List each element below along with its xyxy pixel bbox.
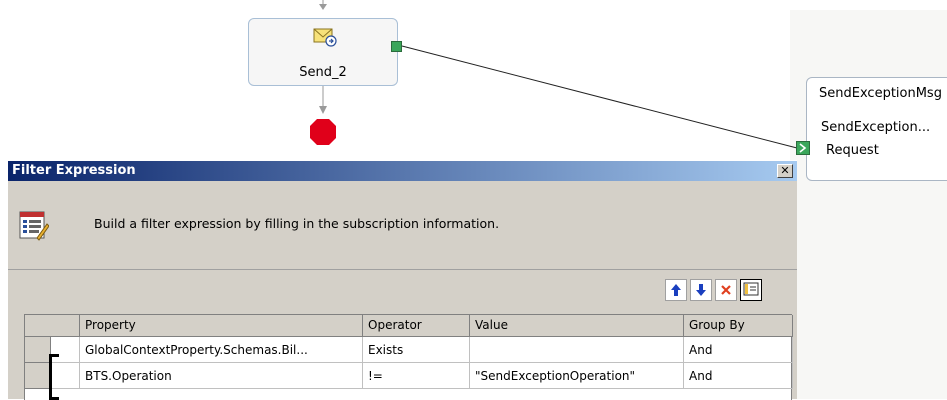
group-bracket bbox=[49, 354, 59, 400]
row-header[interactable] bbox=[25, 337, 51, 363]
column-header-group-by[interactable]: Group By bbox=[684, 315, 793, 337]
filter-expression-dialog: Filter Expression ✕ Build a filter expre… bbox=[7, 160, 797, 400]
port-surface bbox=[790, 10, 947, 399]
close-button[interactable]: ✕ bbox=[777, 164, 793, 178]
column-header-operator[interactable]: Operator bbox=[363, 315, 470, 337]
delete-row-button[interactable] bbox=[715, 279, 737, 301]
dialog-titlebar: Filter Expression ✕ bbox=[8, 161, 797, 181]
dialog-header: Build a filter expression by filling in … bbox=[8, 181, 797, 270]
send-port-handle[interactable] bbox=[391, 41, 402, 52]
column-header-property[interactable]: Property bbox=[80, 315, 363, 337]
port-operation: SendException... bbox=[821, 120, 931, 135]
group-by-cell[interactable]: And bbox=[684, 363, 793, 389]
port-shape[interactable]: SendExceptionMsg SendException... Reques… bbox=[806, 77, 947, 181]
operator-cell[interactable]: != bbox=[363, 363, 470, 389]
send-shape[interactable]: Send_2 bbox=[248, 18, 398, 86]
property-cell[interactable]: GlobalContextProperty.Schemas.Bil... bbox=[80, 337, 363, 363]
group-by-cell[interactable]: And bbox=[684, 337, 793, 363]
move-down-button[interactable] bbox=[690, 279, 712, 301]
grid-corner-header bbox=[25, 315, 80, 337]
envelope-send-icon bbox=[313, 28, 337, 47]
up-arrow-icon bbox=[671, 284, 681, 296]
toggle-view-button[interactable] bbox=[740, 279, 762, 301]
column-header-value[interactable]: Value bbox=[470, 315, 684, 337]
delete-x-icon bbox=[721, 285, 731, 295]
row-header[interactable] bbox=[25, 363, 51, 389]
port-request: Request bbox=[826, 143, 879, 158]
filter-list-icon bbox=[19, 211, 49, 241]
property-cell[interactable]: BTS.Operation bbox=[80, 363, 363, 389]
expression-view-icon bbox=[743, 282, 759, 296]
dialog-description: Build a filter expression by filling in … bbox=[94, 216, 500, 231]
stop-shape-icon[interactable] bbox=[309, 118, 337, 146]
filter-grid: Property Operator Value Group By GlobalC… bbox=[24, 314, 793, 400]
close-icon: ✕ bbox=[780, 164, 790, 177]
value-cell[interactable] bbox=[470, 337, 684, 363]
port-title: SendExceptionMsg bbox=[819, 86, 942, 101]
value-cell[interactable]: "SendExceptionOperation" bbox=[470, 363, 684, 389]
down-arrow-icon bbox=[696, 284, 706, 296]
move-up-button[interactable] bbox=[665, 279, 687, 301]
port-request-handle-icon[interactable] bbox=[796, 141, 810, 155]
operator-cell[interactable]: Exists bbox=[363, 337, 470, 363]
send-shape-label: Send_2 bbox=[299, 65, 347, 80]
dialog-title: Filter Expression bbox=[12, 163, 136, 178]
